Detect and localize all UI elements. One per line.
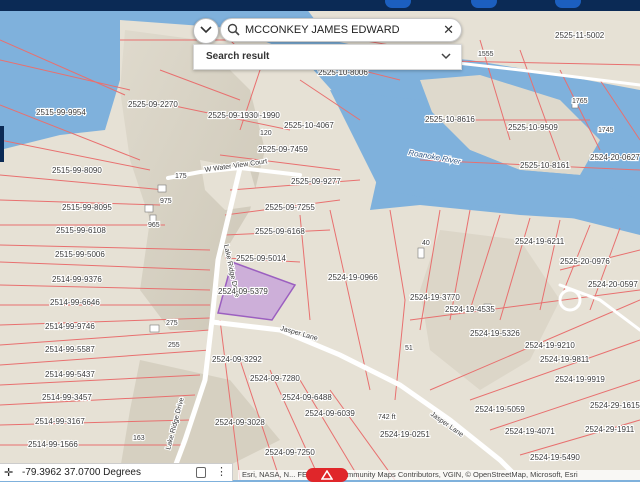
- house-number: 255: [168, 342, 180, 349]
- chevron-down-icon: [200, 26, 212, 34]
- parcel-label: 2525-09-1930: [208, 111, 258, 120]
- parcel-label: 2514-99-3457: [42, 393, 92, 402]
- parcel-label: 2524-19-4071: [505, 427, 555, 436]
- parcel-label: 2525-09-7459: [258, 145, 308, 154]
- parcel-label: 2525-09-2270: [128, 100, 178, 109]
- parcel-label: 2515-99-8095: [62, 203, 112, 212]
- parcel-label: 2525-10-4067: [284, 121, 334, 130]
- map-canvas[interactable]: Roanoke River W Water View Court Lake Ri…: [0, 0, 640, 480]
- house-number: 120: [260, 130, 272, 137]
- header-button[interactable]: [555, 0, 581, 8]
- house-number: 175: [175, 173, 187, 180]
- parcel-label: 2524-19-0251: [380, 430, 430, 439]
- parcel-label: 2524-09-7280: [250, 374, 300, 383]
- parcel-label: 2524-19-0966: [328, 273, 378, 282]
- parcel-label: 2524-19-4535: [445, 305, 495, 314]
- parcel-label: 2524-19-5059: [475, 405, 525, 414]
- header-button[interactable]: [471, 0, 497, 8]
- house-number: 1555: [478, 51, 494, 58]
- map-attribution: Esri, NASA, N... FEMA, Esri Community Ma…: [238, 470, 640, 480]
- parcel-label: 2514-99-5437: [45, 370, 95, 379]
- app-header: [0, 0, 640, 11]
- house-number: 51: [405, 345, 413, 352]
- parcel-label: 2524-29-1615: [590, 401, 640, 410]
- house-number: 40: [422, 240, 430, 247]
- parcel-label: 2524-29-1911: [585, 425, 635, 434]
- parcel-label: 2524-19-9811: [540, 355, 590, 364]
- parcel-label: 2524-20-0627: [590, 153, 640, 162]
- house-number: 1765: [572, 98, 588, 105]
- search-icon: [227, 23, 240, 36]
- crosshair-icon[interactable]: ✛: [4, 466, 13, 479]
- parcel-label: 2524-19-6211: [515, 237, 565, 246]
- left-panel-toggle[interactable]: [0, 126, 4, 162]
- parcel-label: 2525-11-5002: [555, 31, 605, 40]
- parcel-label: 2514-99-3167: [35, 417, 85, 426]
- parcel-label: 2524-09-3028: [215, 418, 265, 427]
- parcel-label: 2524-20-0597: [588, 280, 638, 289]
- coordinate-readout: ✛ -79.3962 37.0700 Degrees ⋮: [0, 463, 233, 481]
- parcel-label: 2524-19-9210: [525, 341, 575, 350]
- parcel-label: 2524-19-3770: [410, 293, 460, 302]
- search-input[interactable]: [245, 21, 435, 38]
- parcel-label: 2524-09-7250: [265, 448, 315, 457]
- parcel-label: 2514-99-5587: [45, 345, 95, 354]
- parcel-label: 2524-19-5490: [530, 453, 580, 462]
- parcel-label: 2525-09-7255: [265, 203, 315, 212]
- house-number: 965: [148, 222, 160, 229]
- parcel-label: 2514-99-6646: [50, 298, 100, 307]
- parcel-label: 2514-99-1566: [28, 440, 78, 449]
- logo-icon: [321, 470, 333, 480]
- parcel-label: 2524-09-5379: [218, 287, 268, 296]
- chevron-down-icon[interactable]: [441, 53, 451, 60]
- parcel-label: 2515-99-6108: [56, 226, 106, 235]
- parcel-label: 2515-99-8090: [52, 166, 102, 175]
- search-box[interactable]: ✕: [220, 18, 462, 42]
- house-number: 975: [160, 198, 172, 205]
- coordinate-value: -79.3962 37.0700 Degrees: [22, 467, 141, 478]
- search-result-label: Search result: [206, 51, 270, 62]
- copy-icon[interactable]: [196, 467, 206, 478]
- collapse-search-button[interactable]: [193, 18, 219, 44]
- parcel-label: 2525-09-9277: [291, 177, 341, 186]
- parcel-label: 2524-19-9919: [555, 375, 605, 384]
- parcel-label: 2515-99-9954: [36, 108, 86, 117]
- more-options-icon[interactable]: ⋮: [216, 465, 227, 478]
- parcel-label: 2525-10-9509: [508, 123, 558, 132]
- parcel-label: 2515-99-5006: [55, 250, 105, 259]
- parcel-label: 2524-19-5326: [470, 329, 520, 338]
- parcel-label: 2525-10-8616: [425, 115, 475, 124]
- parcel-label: 2524-09-3292: [212, 355, 262, 364]
- parcel-label: 2524-09-6039: [305, 409, 355, 418]
- parcel-label: 2525-20-0976: [560, 257, 610, 266]
- parcel-label: 2524-09-6488: [282, 393, 332, 402]
- house-number: 1745: [598, 127, 614, 134]
- house-number: 275: [166, 320, 178, 327]
- search-result-panel[interactable]: Search result: [193, 44, 462, 70]
- parcel-label: 2514-99-9746: [45, 322, 95, 331]
- parcel-label: 2514-99-9376: [52, 275, 102, 284]
- parcel-label: 2525-09-5014: [236, 254, 286, 263]
- house-number: 742 ft: [378, 414, 396, 421]
- parcel-label: 2525-10-8161: [520, 161, 570, 170]
- clear-search-icon[interactable]: ✕: [443, 22, 454, 38]
- house-number: 163: [133, 435, 145, 442]
- header-button[interactable]: [385, 0, 411, 8]
- parcel-label: 2525-09-6168: [255, 227, 305, 236]
